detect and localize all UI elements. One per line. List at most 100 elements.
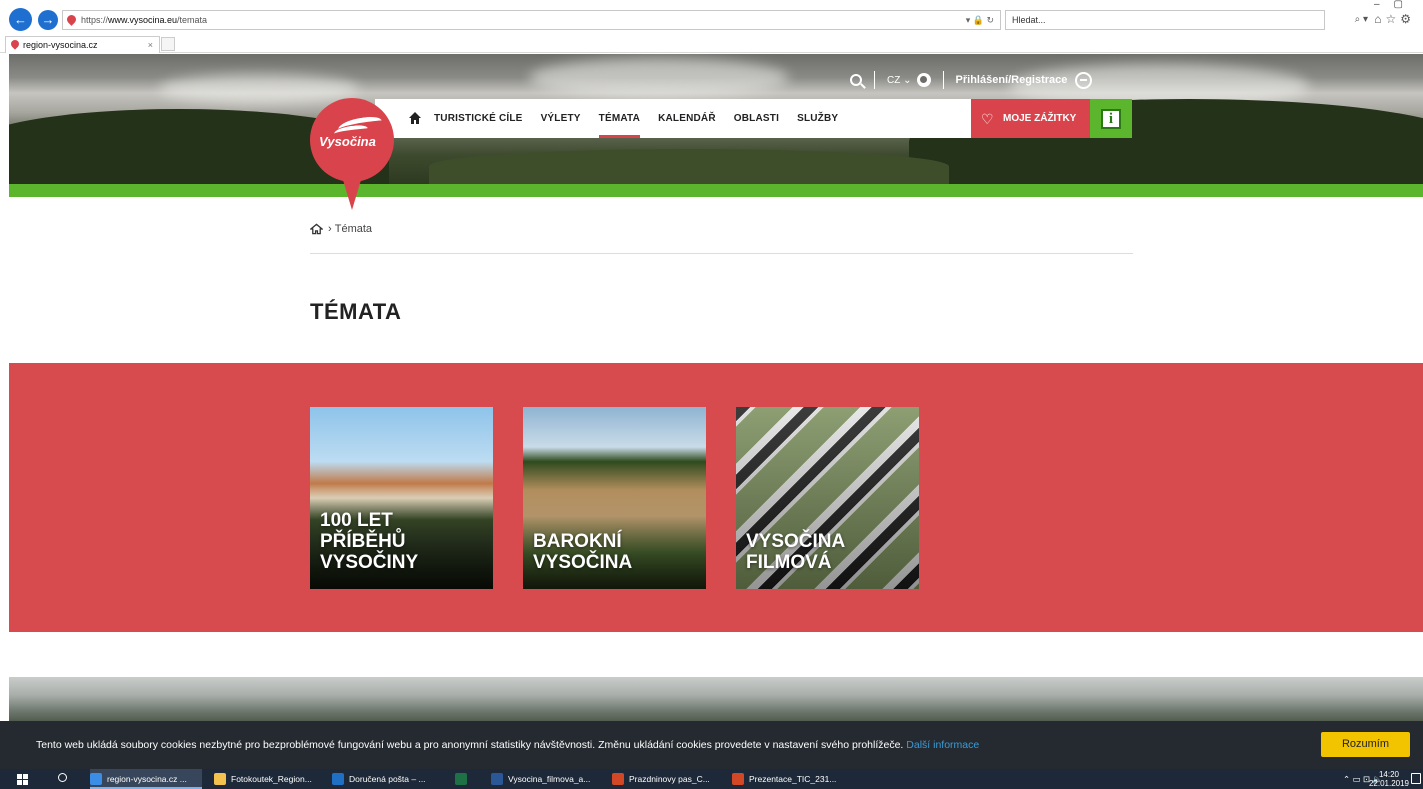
forest-hill-shape (429, 149, 949, 184)
topic-card-filmova[interactable]: VYSOČINA FILMOVÁ (736, 407, 919, 589)
topic-card-100-let[interactable]: 100 LET PŘÍBĚHŮ VYSOČINY (310, 407, 493, 589)
heart-icon: ♡ (981, 111, 994, 127)
nav-item-oblasti[interactable]: OBLASTI (734, 99, 779, 138)
powerpoint-icon (732, 773, 744, 785)
page-title: TÉMATA (310, 299, 402, 324)
url-host: www.vysocina.eu (108, 15, 178, 25)
folder-icon (214, 773, 226, 785)
main-navigation: TURISTICKÉ CÍLE VÝLETY TÉMATA KALENDÁŘ O… (375, 99, 972, 138)
topic-card-label-line: FILMOVÁ (746, 552, 832, 573)
taskbar-clock[interactable]: 14:20 22.01.2019 (1369, 770, 1409, 788)
breadcrumb-home-icon[interactable] (310, 223, 323, 235)
cookie-bar: Tento web ukládá soubory cookies nezbytn… (0, 721, 1423, 769)
browser-search-input[interactable]: Hledat... ⌕ ▾ (1005, 10, 1368, 30)
window-controls[interactable]: –▢ (1374, 0, 1417, 10)
topic-card-label-line: VYSOČINA (533, 552, 633, 573)
ie-icon (90, 773, 102, 785)
taskbar-item-label: Prezentace_TIC_231... (749, 774, 837, 784)
topic-card-label: 100 LET PŘÍBĚHŮ VYSOČINY (320, 510, 418, 573)
back-button[interactable]: ← (9, 8, 32, 31)
top-utility-bar: CZ ⌄ Přihlášení/Registrace (850, 70, 1093, 90)
moje-zazitky-label: MOJE ZÁŽITKY (1003, 113, 1077, 124)
taskbar-item-label: Fotokoutek_Region... (231, 774, 312, 784)
url-prefix: https:// (81, 15, 109, 25)
taskbar-item[interactable]: region-vysocina.cz ... (90, 769, 202, 789)
lock-refresh-icon[interactable]: ▾ 🔒 ↻ (966, 11, 994, 29)
back-arrow-icon: ← (14, 12, 27, 27)
home-icon[interactable] (408, 111, 422, 125)
notifications-icon[interactable] (1411, 773, 1421, 784)
nav-item-kalendar[interactable]: KALENDÁŘ (658, 99, 716, 138)
language-selector[interactable]: CZ ⌄ (887, 73, 931, 87)
cloud-shape (159, 74, 359, 104)
cloud-shape (529, 58, 789, 98)
search-icon[interactable] (850, 74, 862, 86)
info-icon: i (1101, 108, 1121, 129)
url-path: /temata (177, 15, 208, 25)
taskbar-item[interactable]: Fotokoutek_Region... (214, 769, 312, 789)
powerpoint-icon (612, 773, 624, 785)
clock-date: 22.01.2019 (1368, 779, 1409, 788)
new-tab-button[interactable] (161, 37, 175, 51)
info-button[interactable]: i (1090, 99, 1132, 138)
topic-card-label: VYSOČINA FILMOVÁ (746, 531, 845, 573)
nav-item-temata[interactable]: TÉMATA (598, 99, 641, 138)
tab-close-icon[interactable]: × (148, 37, 153, 53)
topic-card-barokni[interactable]: BAROKNÍ VYSOČINA (523, 407, 706, 589)
nav-item-sluzby[interactable]: SLUŽBY (797, 99, 838, 138)
topics-band (9, 363, 1423, 632)
excel-icon (455, 773, 467, 785)
search-placeholder: Hledat... (1012, 15, 1046, 25)
taskbar-search-icon[interactable] (58, 773, 67, 782)
chevron-down-icon: ⌄ (903, 74, 912, 86)
breadcrumb-current: Témata (334, 223, 373, 235)
login-label: Přihlášení/Registrace (955, 74, 1068, 86)
logo-text: Vysočina (319, 134, 376, 149)
clock-time: 14:20 (1378, 770, 1399, 779)
nav-item-vylety[interactable]: VÝLETY (541, 99, 581, 138)
nav-items: TURISTICKÉ CÍLE VÝLETY TÉMATA KALENDÁŘ O… (434, 99, 856, 138)
windows-taskbar: region-vysocina.cz ... Fotokoutek_Region… (0, 769, 1423, 789)
taskbar-item-label: region-vysocina.cz ... (107, 774, 187, 784)
breadcrumb-separator: › (328, 223, 335, 235)
topic-card-label-line: PŘÍBĚHŮ (320, 531, 406, 552)
moje-zazitky-button[interactable]: ♡ MOJE ZÁŽITKY (971, 99, 1090, 138)
forward-arrow-icon: → (41, 12, 55, 27)
divider (310, 253, 1133, 254)
user-avatar-icon (1075, 71, 1093, 89)
topic-card-label-line: 100 LET (320, 510, 393, 531)
browser-tools-icons[interactable]: ⌂☆⚙ (1374, 12, 1415, 26)
outlook-icon (332, 773, 344, 785)
taskbar-item[interactable]: Vysocina_filmova_a... (491, 769, 590, 789)
forward-button[interactable]: → (38, 10, 58, 30)
language-code: CZ (887, 74, 901, 86)
separator (942, 71, 944, 89)
cookie-more-link[interactable]: Další informace (906, 739, 979, 751)
nav-item-turisticke-cile[interactable]: TURISTICKÉ CÍLE (434, 99, 523, 138)
browser-chrome: ← → https://www.vysocina.eu/temata ▾ 🔒 ↻… (0, 0, 1423, 53)
taskbar-item[interactable]: Doručená pošta – ... (332, 769, 426, 789)
word-icon (491, 773, 503, 785)
breadcrumb: › Témata (310, 223, 372, 235)
cookie-text: Tento web ukládá soubory cookies nezbytn… (36, 739, 904, 751)
search-dropdown-icon[interactable]: ⌕ ▾ (1355, 11, 1368, 29)
topic-card-label-line: BAROKNÍ (533, 531, 622, 552)
taskbar-item-label: Doručená pošta – ... (349, 774, 426, 784)
browser-tab[interactable]: region-vysocina.cz × (5, 36, 160, 53)
separator (874, 71, 875, 89)
taskbar-item[interactable]: Prezentace_TIC_231... (732, 769, 836, 789)
windows-start-icon[interactable] (17, 774, 28, 785)
taskbar-item-label: Vysocina_filmova_a... (508, 774, 591, 784)
topic-card-label: BAROKNÍ VYSOČINA (533, 531, 632, 573)
tab-favicon-icon (9, 38, 21, 50)
login-link[interactable]: Přihlášení/Registrace (955, 71, 1093, 89)
green-divider-bar (9, 184, 1423, 197)
address-bar[interactable]: https://www.vysocina.eu/temata ▾ 🔒 ↻ (62, 10, 1001, 30)
globe-icon (916, 73, 931, 87)
taskbar-item[interactable]: Prazdninovy pas_C... (612, 769, 710, 789)
cookie-accept-button[interactable]: Rozumím (1321, 732, 1410, 757)
vysocina-logo[interactable]: Vysočina (310, 98, 394, 210)
tab-title: region-vysocina.cz (23, 40, 98, 50)
taskbar-item[interactable] (455, 769, 472, 789)
topic-card-label-line: VYSOČINY (320, 552, 419, 573)
